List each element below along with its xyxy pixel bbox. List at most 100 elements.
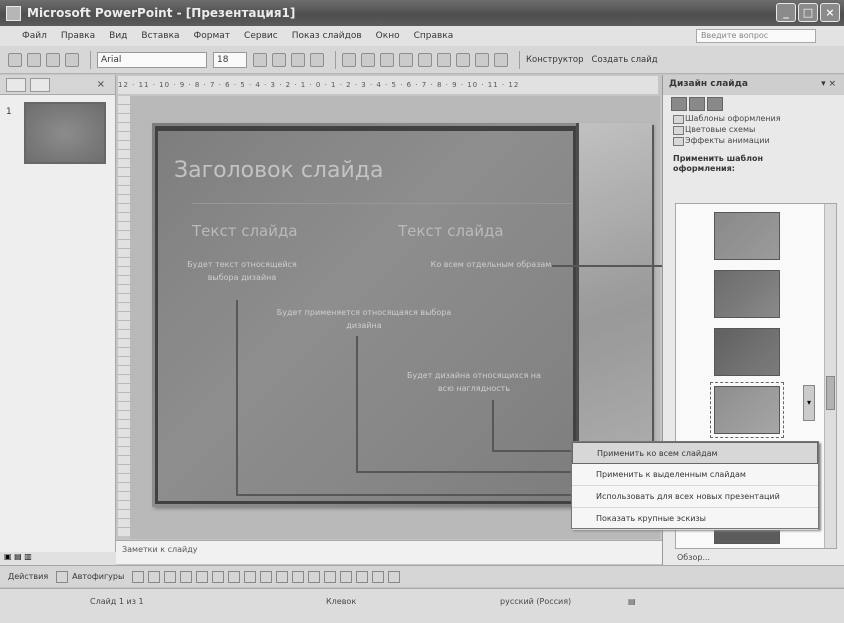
view-buttons[interactable]: ▣ ▤ ▥ bbox=[0, 552, 116, 565]
line-icon[interactable] bbox=[132, 570, 145, 583]
menu-apply-all-slides[interactable]: Применить ко всем слайдам bbox=[572, 442, 818, 464]
menu-insert[interactable]: Вставка bbox=[141, 31, 179, 41]
shadow-style-icon[interactable] bbox=[372, 570, 385, 583]
menu-edit[interactable]: Правка bbox=[61, 31, 95, 41]
menu-show-large-previews[interactable]: Показать крупные эскизы bbox=[572, 508, 818, 530]
home-icon[interactable] bbox=[707, 97, 723, 111]
back-icon[interactable] bbox=[671, 97, 687, 111]
line-color-icon[interactable] bbox=[292, 570, 305, 583]
title-bar: Microsoft PowerPoint - [Презентация1] _ … bbox=[0, 0, 844, 26]
slide-thumbnail[interactable] bbox=[24, 102, 106, 164]
template-thumbnail[interactable] bbox=[714, 212, 780, 260]
new-file-icon[interactable] bbox=[8, 52, 22, 67]
notes-field[interactable]: Заметки к слайду bbox=[116, 540, 662, 564]
menu-apply-selected-slides[interactable]: Применить к выделенным слайдам bbox=[572, 464, 818, 486]
slide-subtitle-right[interactable]: Текст слайда bbox=[398, 222, 504, 240]
wordart-icon[interactable] bbox=[212, 570, 225, 583]
task-pane-title: Дизайн слайда bbox=[669, 79, 748, 89]
font-name-select[interactable]: Arial bbox=[97, 51, 207, 68]
oval-icon[interactable] bbox=[180, 570, 193, 583]
rectangle-icon[interactable] bbox=[164, 570, 177, 583]
forward-icon[interactable] bbox=[689, 97, 705, 111]
redo-icon[interactable] bbox=[65, 52, 79, 67]
dash-style-icon[interactable] bbox=[340, 570, 353, 583]
template-scrollbar[interactable] bbox=[824, 204, 836, 548]
formatting-toolbar: Arial 18 Конструктор Создать слайд bbox=[0, 46, 844, 74]
template-thumbnail-selected[interactable] bbox=[710, 382, 784, 438]
menu-use-for-new-presentations[interactable]: Использовать для всех новых презентаций bbox=[572, 486, 818, 508]
design-button[interactable]: Конструктор bbox=[526, 55, 584, 65]
increase-font-icon[interactable] bbox=[456, 52, 470, 67]
help-search-input[interactable]: Введите вопрос bbox=[696, 29, 816, 43]
close-task-pane-icon[interactable]: ▾ × bbox=[821, 79, 836, 89]
diagram-icon[interactable] bbox=[228, 570, 241, 583]
close-button[interactable]: × bbox=[820, 3, 840, 22]
template-dropdown-arrow-icon[interactable]: ▾ bbox=[803, 385, 815, 421]
menu-tools[interactable]: Сервис bbox=[244, 31, 278, 41]
bulleted-list-icon[interactable] bbox=[437, 52, 451, 67]
numbered-list-icon[interactable] bbox=[418, 52, 432, 67]
menu-window[interactable]: Окно bbox=[376, 31, 400, 41]
bold-icon[interactable] bbox=[253, 52, 267, 67]
undo-icon[interactable] bbox=[46, 52, 60, 67]
arrow-style-icon[interactable] bbox=[356, 570, 369, 583]
shadow-icon[interactable] bbox=[310, 52, 324, 67]
select-arrow-icon[interactable] bbox=[56, 570, 69, 583]
slide-body-text-2[interactable]: Ко всем отдельным образам bbox=[426, 258, 556, 271]
new-slide-button[interactable]: Создать слайд bbox=[592, 55, 658, 65]
menu-help[interactable]: Справка bbox=[414, 31, 454, 41]
outline-tab[interactable] bbox=[6, 77, 26, 92]
callout-line bbox=[356, 336, 358, 472]
menu-file[interactable]: Файл bbox=[22, 31, 47, 41]
slides-tab[interactable] bbox=[30, 77, 50, 92]
template-context-menu: Применить ко всем слайдам Применить к вы… bbox=[571, 441, 819, 530]
vertical-ruler bbox=[118, 96, 130, 536]
arrow-icon[interactable] bbox=[148, 570, 161, 583]
maximize-button[interactable]: □ bbox=[798, 3, 818, 22]
align-right-icon[interactable] bbox=[380, 52, 394, 67]
toolbar-separator bbox=[335, 50, 336, 69]
clipart-icon[interactable] bbox=[244, 570, 257, 583]
decrease-font-icon[interactable] bbox=[475, 52, 489, 67]
actions-menu[interactable]: Действия bbox=[8, 572, 48, 581]
italic-icon[interactable] bbox=[272, 52, 286, 67]
callout-line bbox=[492, 400, 494, 452]
slide-title[interactable]: Заголовок слайда bbox=[174, 158, 383, 183]
font-color-icon[interactable] bbox=[494, 52, 508, 67]
slide-subtitle-left[interactable]: Текст слайда bbox=[192, 222, 298, 240]
line-style-icon[interactable] bbox=[324, 570, 337, 583]
align-center-icon[interactable] bbox=[361, 52, 375, 67]
minimize-button[interactable]: _ bbox=[776, 3, 796, 22]
align-left-icon[interactable] bbox=[342, 52, 356, 67]
color-schemes-link[interactable]: Цветовые схемы bbox=[663, 124, 844, 135]
slide-body-text-1[interactable]: Будет текст относящейся выбора дизайна bbox=[172, 258, 312, 284]
textbox-icon[interactable] bbox=[196, 570, 209, 583]
menu-view[interactable]: Вид bbox=[109, 31, 127, 41]
browse-link[interactable]: Обзор... bbox=[677, 553, 710, 562]
slide-body-text-3[interactable]: Будет применяется относящаяся выбора диз… bbox=[264, 306, 464, 332]
callout-line bbox=[652, 125, 654, 443]
font-color-icon[interactable] bbox=[308, 570, 321, 583]
close-pane-icon[interactable]: × bbox=[97, 79, 105, 90]
slide-number: 1 bbox=[6, 107, 12, 117]
slide-body-text-4[interactable]: Будет дизайна относящихся на всю наглядн… bbox=[404, 369, 544, 395]
animation-effects-link[interactable]: Эффекты анимации bbox=[663, 135, 844, 146]
picture-icon[interactable] bbox=[260, 570, 273, 583]
justify-icon[interactable] bbox=[399, 52, 413, 67]
callout-line bbox=[492, 450, 572, 452]
menu-format[interactable]: Формат bbox=[194, 31, 231, 41]
scrollbar-thumb[interactable] bbox=[826, 376, 835, 410]
callout-line bbox=[236, 494, 572, 496]
template-thumbnail[interactable] bbox=[714, 328, 780, 376]
fill-color-icon[interactable] bbox=[276, 570, 289, 583]
font-size-select[interactable]: 18 bbox=[213, 51, 247, 68]
menu-bar: Файл Правка Вид Вставка Формат Сервис По… bbox=[0, 26, 844, 46]
autoshapes-menu[interactable]: Автофигуры bbox=[72, 572, 124, 581]
design-templates-link[interactable]: Шаблоны оформления bbox=[663, 113, 844, 124]
menu-slideshow[interactable]: Показ слайдов bbox=[292, 31, 362, 41]
3d-style-icon[interactable] bbox=[388, 570, 401, 583]
save-icon[interactable] bbox=[27, 52, 41, 67]
template-thumbnail[interactable] bbox=[714, 270, 780, 318]
underline-icon[interactable] bbox=[291, 52, 305, 67]
status-language: русский (Россия) bbox=[500, 597, 572, 606]
